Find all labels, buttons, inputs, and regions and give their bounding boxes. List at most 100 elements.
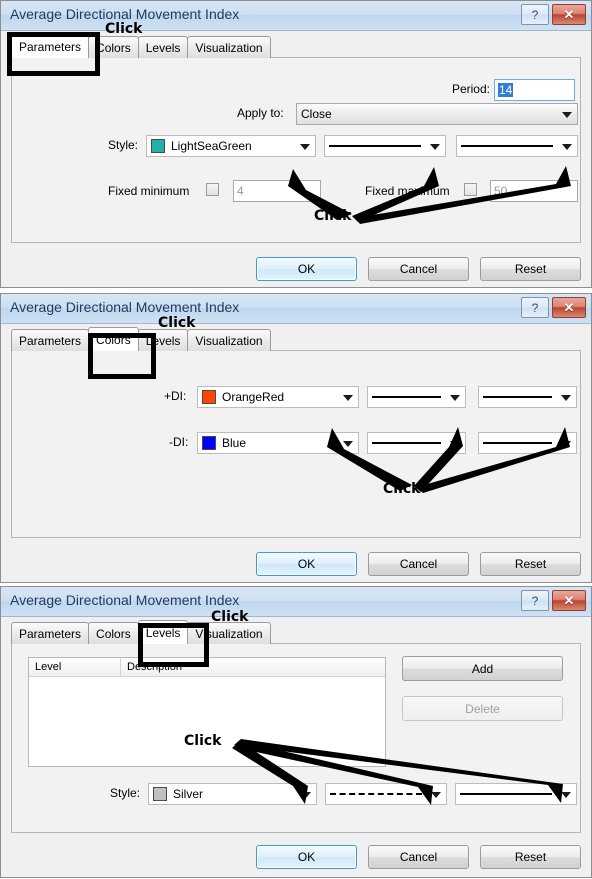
tabstrip: Parameters Colors Levels Visualization — [11, 327, 271, 351]
chevron-down-icon — [431, 792, 441, 798]
close-icon: ✕ — [563, 299, 575, 315]
levels-table-header: Level Description — [29, 658, 385, 677]
fixed-minimum-value: 4 — [237, 184, 244, 198]
titlebar-buttons: ? ✕ — [521, 590, 586, 611]
color-swatch — [202, 390, 216, 404]
ok-button[interactable]: OK — [256, 257, 357, 281]
add-button[interactable]: Add — [402, 656, 563, 681]
dialog-colors: Average Directional Movement Index ? ✕ P… — [0, 293, 592, 583]
tab-parameters[interactable]: Parameters — [11, 622, 90, 644]
help-button[interactable]: ? — [521, 4, 549, 25]
style-linewidth-combo[interactable] — [456, 135, 578, 157]
colors-panel: +DI: OrangeRed -DI: Blue — [11, 350, 581, 538]
help-button[interactable]: ? — [521, 590, 549, 611]
chevron-down-icon — [343, 395, 353, 401]
levels-style-color-name: Silver — [173, 787, 204, 801]
tab-levels[interactable]: Levels — [137, 36, 189, 58]
plus-di-linetype-combo[interactable] — [367, 386, 466, 408]
tab-colors[interactable]: Colors — [88, 622, 139, 644]
style-color-combo[interactable]: LightSeaGreen — [146, 135, 316, 157]
apply-to-label: Apply to: — [237, 106, 284, 120]
close-icon: ✕ — [563, 592, 575, 608]
apply-to-combo[interactable]: Close — [296, 103, 578, 125]
minus-di-linetype-combo[interactable] — [367, 432, 466, 454]
titlebar-buttons: ? ✕ — [521, 4, 586, 25]
tab-visualization[interactable]: Visualization — [187, 622, 271, 644]
levels-style-label: Style: — [110, 786, 141, 800]
fixed-maximum-label: Fixed maximum — [365, 184, 450, 198]
dialog-buttons: OK Cancel Reset — [256, 257, 581, 281]
titlebar: Average Directional Movement Index ? ✕ — [1, 294, 591, 324]
dialog-parameters: Average Directional Movement Index ? ✕ P… — [0, 0, 592, 288]
chevron-down-icon — [301, 792, 311, 798]
parameters-panel: Period: 14 Apply to: Close Style: LightS… — [11, 57, 581, 243]
cancel-button[interactable]: Cancel — [368, 552, 469, 576]
levels-table[interactable]: Level Description — [28, 657, 386, 767]
dialog-levels: Average Directional Movement Index ? ✕ P… — [0, 586, 592, 878]
line-preview-dashed — [330, 793, 422, 795]
minus-di-color-combo[interactable]: Blue — [197, 432, 359, 454]
titlebar: Average Directional Movement Index ? ✕ — [1, 587, 591, 617]
line-preview-solid — [483, 442, 552, 444]
column-header-level: Level — [29, 658, 121, 676]
minus-di-linewidth-combo[interactable] — [478, 432, 577, 454]
minus-di-label: -DI: — [169, 435, 189, 449]
close-button[interactable]: ✕ — [552, 590, 586, 611]
period-input[interactable]: 14 — [494, 79, 575, 101]
cancel-button[interactable]: Cancel — [368, 845, 469, 869]
tab-parameters[interactable]: Parameters — [11, 329, 90, 351]
reset-button[interactable]: Reset — [480, 257, 581, 281]
period-label: Period: — [451, 82, 490, 96]
tab-parameters[interactable]: Parameters — [11, 34, 90, 58]
period-value: 14 — [498, 83, 514, 97]
chevron-down-icon — [562, 112, 572, 118]
chevron-down-icon — [562, 144, 572, 150]
reset-button[interactable]: Reset — [480, 552, 581, 576]
cancel-button[interactable]: Cancel — [368, 257, 469, 281]
window-title: Average Directional Movement Index — [10, 299, 240, 315]
tab-levels[interactable]: Levels — [137, 329, 189, 351]
close-button[interactable]: ✕ — [552, 297, 586, 318]
tab-visualization[interactable]: Visualization — [187, 36, 271, 58]
chevron-down-icon — [450, 441, 460, 447]
help-button[interactable]: ? — [521, 297, 549, 318]
titlebar: Average Directional Movement Index ? ✕ — [1, 1, 591, 31]
color-swatch — [151, 139, 165, 153]
dialog-buttons: OK Cancel Reset — [256, 552, 581, 576]
ok-button[interactable]: OK — [256, 845, 357, 869]
plus-di-linewidth-combo[interactable] — [478, 386, 577, 408]
color-swatch — [153, 787, 167, 801]
chevron-down-icon — [561, 441, 571, 447]
apply-to-value: Close — [301, 107, 332, 121]
tabstrip: Parameters Colors Levels Visualization — [11, 620, 271, 644]
fixed-minimum-label: Fixed minimum — [108, 184, 190, 198]
tab-levels[interactable]: Levels — [137, 620, 189, 644]
style-label: Style: — [108, 138, 139, 152]
tab-visualization[interactable]: Visualization — [187, 329, 271, 351]
close-button[interactable]: ✕ — [552, 4, 586, 25]
style-linetype-combo[interactable] — [324, 135, 446, 157]
plus-di-color-combo[interactable]: OrangeRed — [197, 386, 359, 408]
tabstrip: Parameters Colors Levels Visualization — [11, 34, 271, 58]
chevron-down-icon — [343, 441, 353, 447]
line-preview-solid — [372, 442, 441, 444]
tab-colors[interactable]: Colors — [88, 36, 139, 58]
minus-di-color-name: Blue — [222, 436, 247, 450]
line-preview-solid — [372, 396, 441, 398]
window-title: Average Directional Movement Index — [10, 592, 240, 608]
line-preview-solid — [460, 793, 552, 795]
ok-button[interactable]: OK — [256, 552, 357, 576]
tab-colors[interactable]: Colors — [88, 327, 139, 351]
plus-di-color-name: OrangeRed — [222, 390, 285, 404]
levels-linetype-combo[interactable] — [325, 783, 447, 805]
dialog-buttons: OK Cancel Reset — [256, 845, 581, 869]
chevron-down-icon — [300, 144, 310, 150]
levels-style-color-combo[interactable]: Silver — [148, 783, 317, 805]
fixed-minimum-checkbox[interactable] — [206, 183, 219, 196]
levels-panel: Level Description Add Delete Style: Silv… — [11, 643, 581, 833]
fixed-maximum-input[interactable]: 50 — [490, 180, 578, 202]
fixed-maximum-checkbox[interactable] — [464, 183, 477, 196]
levels-linewidth-combo[interactable] — [455, 783, 577, 805]
fixed-minimum-input[interactable]: 4 — [233, 180, 321, 202]
reset-button[interactable]: Reset — [480, 845, 581, 869]
